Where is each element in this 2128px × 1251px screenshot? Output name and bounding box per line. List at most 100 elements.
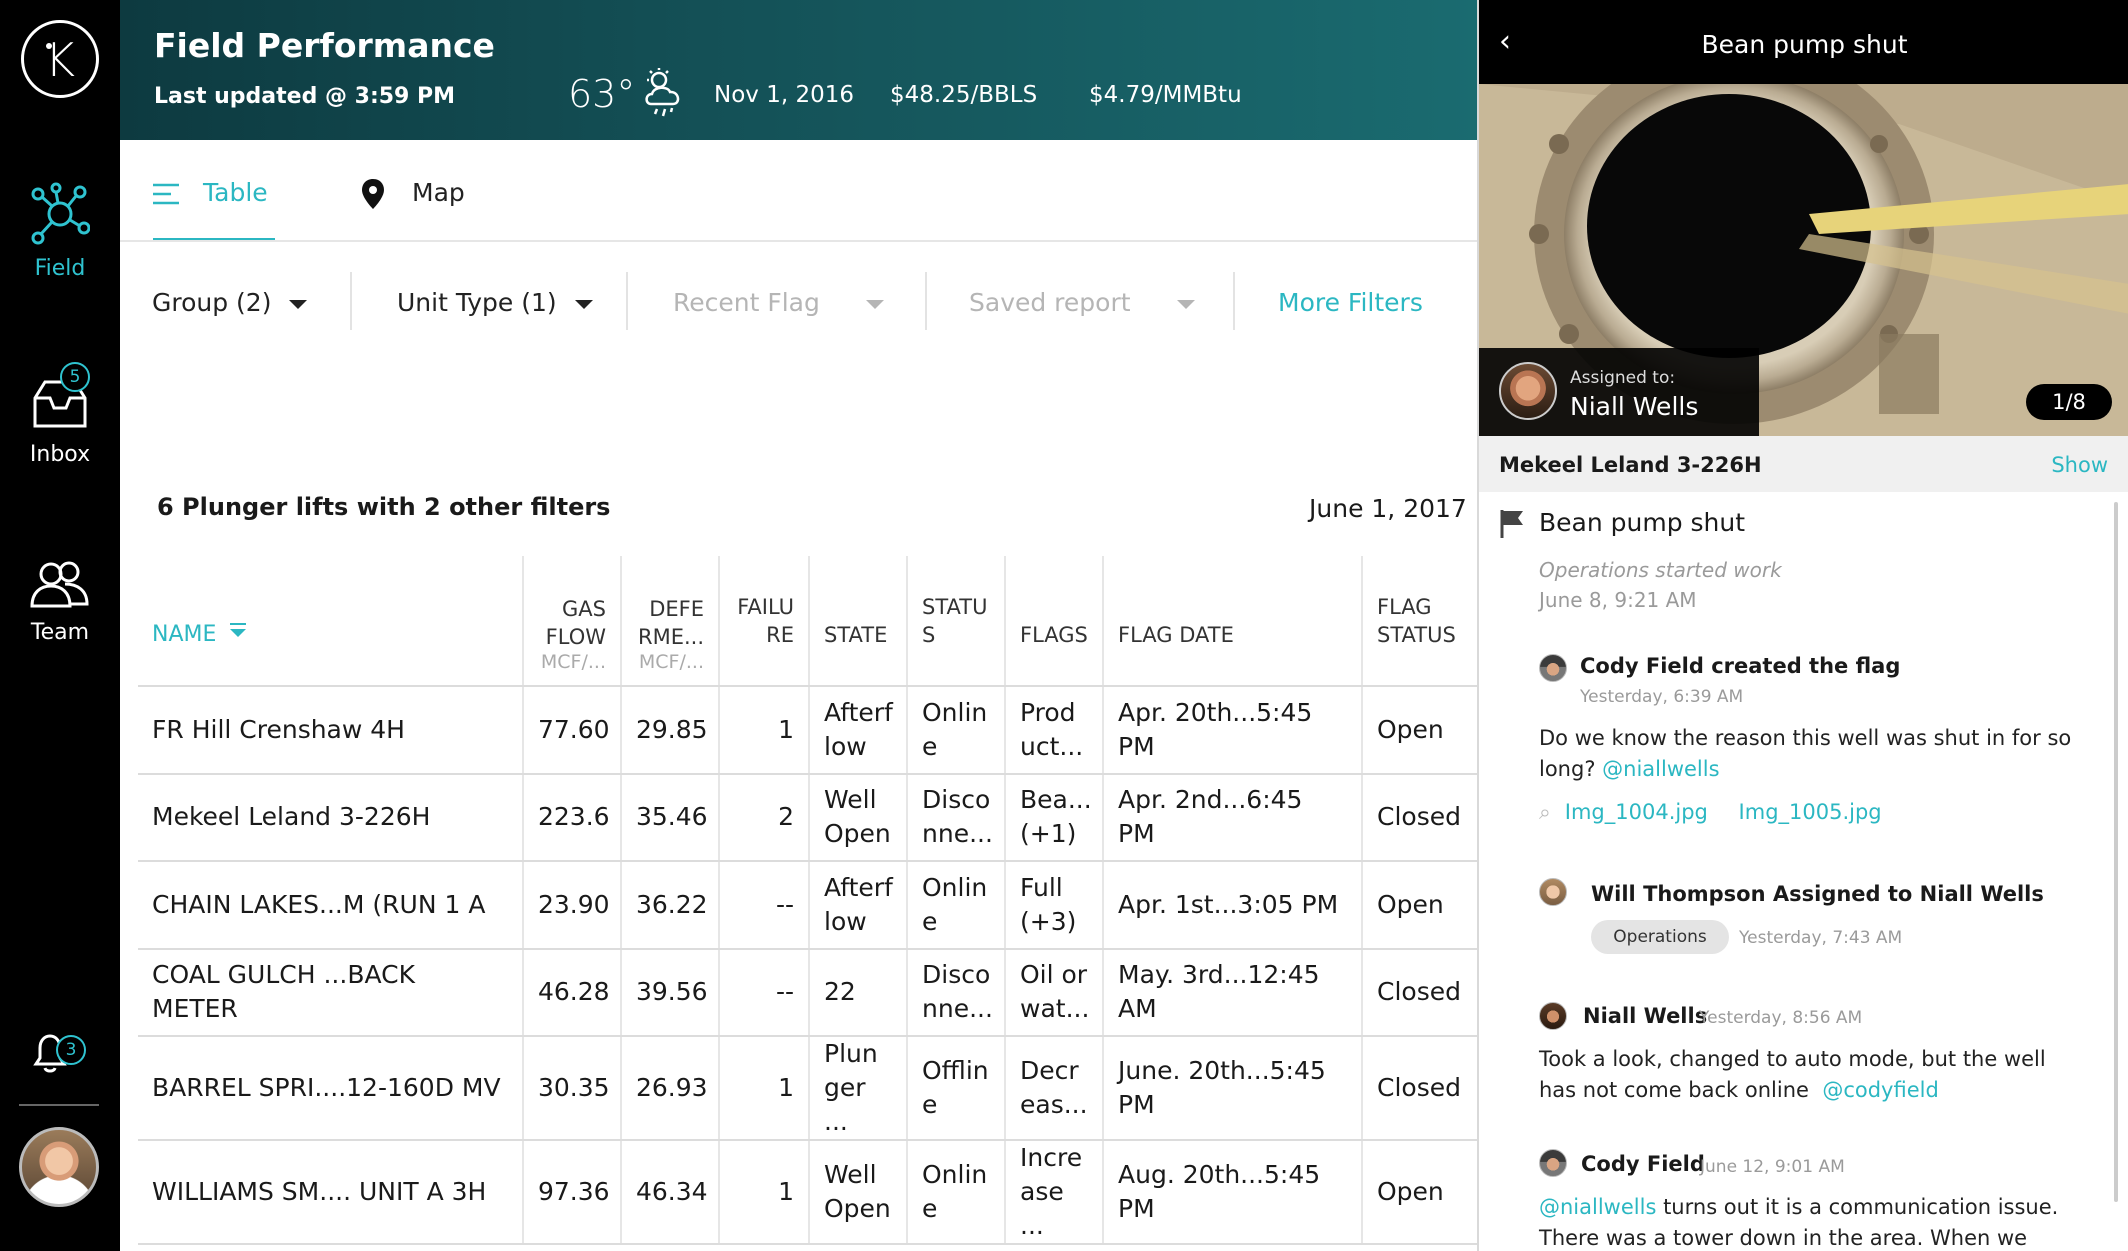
map-pin-icon bbox=[362, 179, 384, 209]
row-failure: 1 bbox=[719, 1036, 810, 1141]
nav-item-inbox[interactable]: Inbox bbox=[0, 370, 120, 467]
comment-text: @niallwells turns out it is a communicat… bbox=[1539, 1192, 2079, 1251]
row-flag-date: Apr. 1st...3:05 PM bbox=[1103, 861, 1363, 950]
row-name: WILLIAMS SM.... UNIT A 3H bbox=[138, 1140, 524, 1245]
column-header-label: FAILU RE bbox=[737, 595, 794, 647]
row-flag-status: Closed bbox=[1362, 1036, 1477, 1141]
filter-saved-report-dropdown[interactable]: Saved report bbox=[969, 288, 1195, 317]
app-logo[interactable]: K bbox=[21, 20, 99, 98]
row-failure: 1 bbox=[719, 1140, 810, 1245]
inbox-count-badge: 5 bbox=[60, 362, 90, 392]
column-header-flags[interactable]: FLAGS bbox=[1005, 556, 1104, 687]
row-flags: Prod uct... bbox=[1005, 686, 1104, 775]
tab-table[interactable]: Table bbox=[153, 178, 268, 207]
row-flag-date: Aug. 20th...5:45 PM bbox=[1103, 1140, 1363, 1245]
table-row[interactable]: Mekeel Leland 3-226H 223.6 35.46 2 Well Open… bbox=[138, 773, 1477, 862]
filter-unit-type-dropdown[interactable]: Unit Type (1) bbox=[397, 288, 593, 317]
flag-detail-panel: ‹ Bean pump shut Assigned to: Niall Well… bbox=[1477, 0, 2128, 1251]
column-header-label: DEFE RME... bbox=[637, 597, 704, 649]
table-row[interactable]: CHAIN LAKES...M (RUN 1 A 23.90 36.22 -- Afte… bbox=[138, 861, 1477, 950]
column-header-gas-flow[interactable]: GAS FLOW MCF/... bbox=[523, 556, 622, 687]
attachment-link[interactable]: Img_1004.jpg bbox=[1565, 800, 1708, 824]
filter-divider bbox=[925, 272, 927, 330]
comment-time: Yesterday, 8:56 AM bbox=[1699, 1008, 1863, 1028]
filter-group-label: Group (2) bbox=[152, 288, 272, 317]
nav-item-field[interactable]: Field bbox=[0, 182, 120, 281]
row-status: Onlin e bbox=[907, 1140, 1006, 1245]
user-avatar[interactable] bbox=[19, 1127, 99, 1207]
row-deferment: 35.46 bbox=[621, 773, 720, 862]
column-header-label: FLAG DATE bbox=[1118, 623, 1234, 647]
table-row[interactable]: COAL GULCH ...BACK METER 46.28 39.56 -- 22 Di… bbox=[138, 948, 1477, 1037]
row-failure: -- bbox=[719, 861, 810, 950]
more-filters-link[interactable]: More Filters bbox=[1278, 288, 1423, 317]
flag-icon bbox=[1500, 510, 1523, 538]
flag-photo[interactable]: Assigned to: Niall Wells 1/8 bbox=[1479, 84, 2128, 436]
nav-item-team[interactable]: Team bbox=[0, 560, 120, 645]
table-row[interactable]: FR Hill Crenshaw 4H 77.60 29.85 1 Afterf low… bbox=[138, 686, 1477, 775]
row-flags: Oil or wat... bbox=[1005, 948, 1104, 1037]
column-header-state[interactable]: STATE bbox=[809, 556, 908, 687]
row-name: COAL GULCH ...BACK METER bbox=[138, 948, 524, 1037]
comment-body: Took a look, changed to auto mode, but t… bbox=[1539, 1047, 2046, 1102]
well-bar: Mekeel Leland 3-226H Show bbox=[1479, 436, 2128, 492]
row-deferment: 26.93 bbox=[621, 1036, 720, 1141]
attachment-link[interactable]: Img_1005.jpg bbox=[1739, 800, 1882, 824]
nav-label-team: Team bbox=[30, 620, 90, 645]
row-flag-status: Closed bbox=[1362, 948, 1477, 1037]
filter-saved-report-label: Saved report bbox=[969, 288, 1131, 317]
column-header-name[interactable]: NAME bbox=[138, 556, 524, 687]
cloudy-rain-icon bbox=[645, 68, 680, 117]
list-icon bbox=[153, 183, 179, 205]
comment-time: June 12, 9:01 AM bbox=[1700, 1157, 1845, 1177]
column-header-label: FLAGS bbox=[1020, 623, 1088, 647]
row-status: Disco nne... bbox=[907, 948, 1006, 1037]
row-status: Onlin e bbox=[907, 686, 1006, 775]
table-row[interactable]: WILLIAMS SM.... UNIT A 3H 97.36 46.34 1 Well… bbox=[138, 1140, 1477, 1245]
filter-group-dropdown[interactable]: Group (2) bbox=[152, 288, 308, 317]
commenter-avatar bbox=[1539, 1149, 1567, 1177]
show-well-link[interactable]: Show bbox=[2051, 453, 2108, 477]
operations-note: Operations started work bbox=[1539, 558, 1782, 582]
row-status: Onlin e bbox=[907, 861, 1006, 950]
mention-link[interactable]: @niallwells bbox=[1539, 1195, 1656, 1219]
row-name: BARREL SPRI....12-160D MV bbox=[138, 1036, 524, 1141]
row-flag-date: June. 20th...5:45 PM bbox=[1103, 1036, 1363, 1141]
filter-unit-type-label: Unit Type (1) bbox=[397, 288, 557, 317]
column-header-name-label: NAME bbox=[152, 622, 217, 647]
mention-link[interactable]: @niallwells bbox=[1602, 757, 1719, 781]
column-header-deferment[interactable]: DEFE RME... MCF/... bbox=[621, 556, 720, 687]
panel-scrollbar[interactable] bbox=[2114, 502, 2118, 1202]
column-header-status[interactable]: STATU S bbox=[907, 556, 1006, 687]
column-unit: MCF/... bbox=[540, 651, 606, 673]
chevron-down-icon bbox=[574, 299, 593, 309]
tab-map[interactable]: Map bbox=[362, 178, 465, 209]
team-icon bbox=[30, 561, 89, 608]
row-flag-date: Apr. 20th...5:45 PM bbox=[1103, 686, 1363, 775]
row-gas-flow: 77.60 bbox=[523, 686, 622, 775]
last-updated: Last updated @ 3:59 PM bbox=[154, 84, 456, 109]
column-header-flag-date[interactable]: FLAG DATE bbox=[1103, 556, 1363, 687]
comment-text: Do we know the reason this well was shut… bbox=[1539, 723, 2079, 785]
comment-time: Yesterday, 7:43 AM bbox=[1739, 928, 1903, 948]
table-row[interactable]: BARREL SPRI....12-160D MV 30.35 26.93 1 Plun… bbox=[138, 1036, 1477, 1141]
row-gas-flow: 223.6 bbox=[523, 773, 622, 862]
wells-table: NAME GAS FLOW MCF/... DEFE RME... MCF/... … bbox=[138, 556, 1477, 1245]
row-flag-status: Open bbox=[1362, 1140, 1477, 1245]
mention-link[interactable]: @codyfield bbox=[1822, 1078, 1938, 1102]
tabs-divider bbox=[120, 240, 1477, 242]
filter-recent-flag-dropdown[interactable]: Recent Flag bbox=[673, 288, 884, 317]
column-header-flag-status[interactable]: FLAG STATUS bbox=[1362, 556, 1477, 687]
chevron-down-icon bbox=[1176, 299, 1195, 309]
row-deferment: 36.22 bbox=[621, 861, 720, 950]
column-header-failure[interactable]: FAILU RE bbox=[719, 556, 810, 687]
row-flags: Bea... (+1) bbox=[1005, 773, 1104, 862]
column-unit: MCF/... bbox=[638, 651, 704, 673]
row-deferment: 29.85 bbox=[621, 686, 720, 775]
assigned-to-card[interactable]: Assigned to: Niall Wells bbox=[1479, 348, 1759, 436]
page-header: Field Performance Last updated @ 3:59 PM… bbox=[120, 0, 1477, 140]
table-header-row: NAME GAS FLOW MCF/... DEFE RME... MCF/... … bbox=[138, 556, 1477, 687]
commenter-avatar bbox=[1539, 878, 1567, 906]
operations-date: June 8, 9:21 AM bbox=[1539, 588, 1697, 612]
photo-counter: 1/8 bbox=[2026, 384, 2112, 420]
